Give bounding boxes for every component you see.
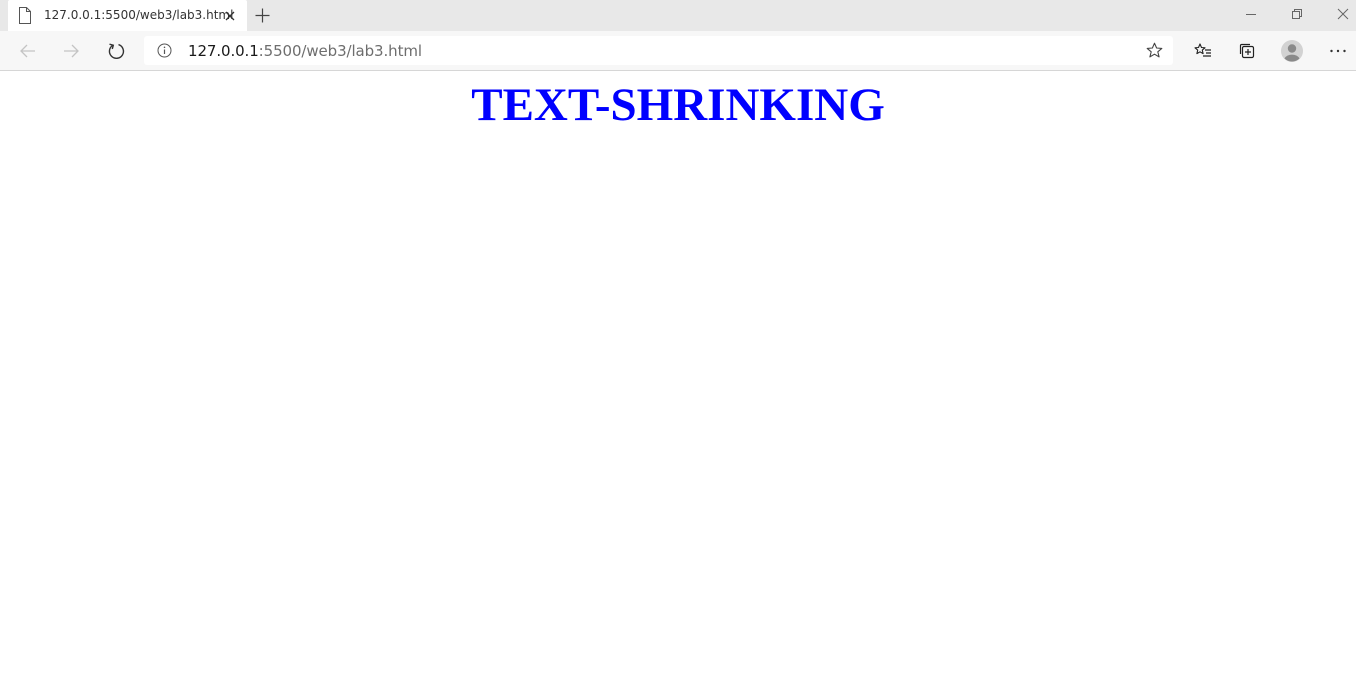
active-tab[interactable]: 127.0.0.1:5500/web3/lab3.html <box>8 0 247 31</box>
minimize-button[interactable] <box>1228 0 1274 30</box>
info-icon[interactable] <box>157 43 172 58</box>
profile-button[interactable] <box>1277 36 1307 66</box>
back-arrow-icon <box>20 44 35 58</box>
url-host: 127.0.0.1 <box>188 42 259 60</box>
close-icon[interactable] <box>223 8 237 22</box>
address-bar[interactable]: 127.0.0.1:5500/web3/lab3.html <box>144 36 1173 65</box>
url-text[interactable]: 127.0.0.1:5500/web3/lab3.html <box>188 42 422 60</box>
more-button[interactable] <box>1323 36 1353 66</box>
browser-toolbar: 127.0.0.1:5500/web3/lab3.html <box>0 31 1356 71</box>
page-icon <box>18 7 32 24</box>
restore-icon <box>1292 9 1302 19</box>
favorites-button[interactable] <box>1188 36 1218 66</box>
forward-button[interactable] <box>56 36 86 66</box>
star-icon[interactable] <box>1146 42 1163 59</box>
back-button[interactable] <box>13 36 43 66</box>
minimize-icon <box>1246 14 1256 15</box>
favorites-list-icon <box>1194 43 1211 57</box>
tab-strip: 127.0.0.1:5500/web3/lab3.html <box>0 0 1356 31</box>
plus-icon[interactable] <box>254 7 271 24</box>
avatar-icon <box>1281 40 1303 62</box>
collections-icon <box>1239 43 1255 59</box>
more-icon <box>1330 49 1346 53</box>
page-viewport: TEXT-SHRINKING <box>0 71 1356 689</box>
collections-button[interactable] <box>1232 36 1262 66</box>
refresh-icon <box>108 43 125 59</box>
window-close-icon <box>1337 8 1349 20</box>
tab-title: 127.0.0.1:5500/web3/lab3.html <box>44 8 234 22</box>
url-path: :5500/web3/lab3.html <box>258 42 422 60</box>
window-close-button[interactable] <box>1320 0 1356 30</box>
page-heading: TEXT-SHRINKING <box>471 79 885 131</box>
refresh-button[interactable] <box>101 36 131 66</box>
restore-button[interactable] <box>1274 0 1320 30</box>
browser-window: 127.0.0.1:5500/web3/lab3.html 127.0.0.1:… <box>0 0 1356 689</box>
forward-arrow-icon <box>64 44 79 58</box>
